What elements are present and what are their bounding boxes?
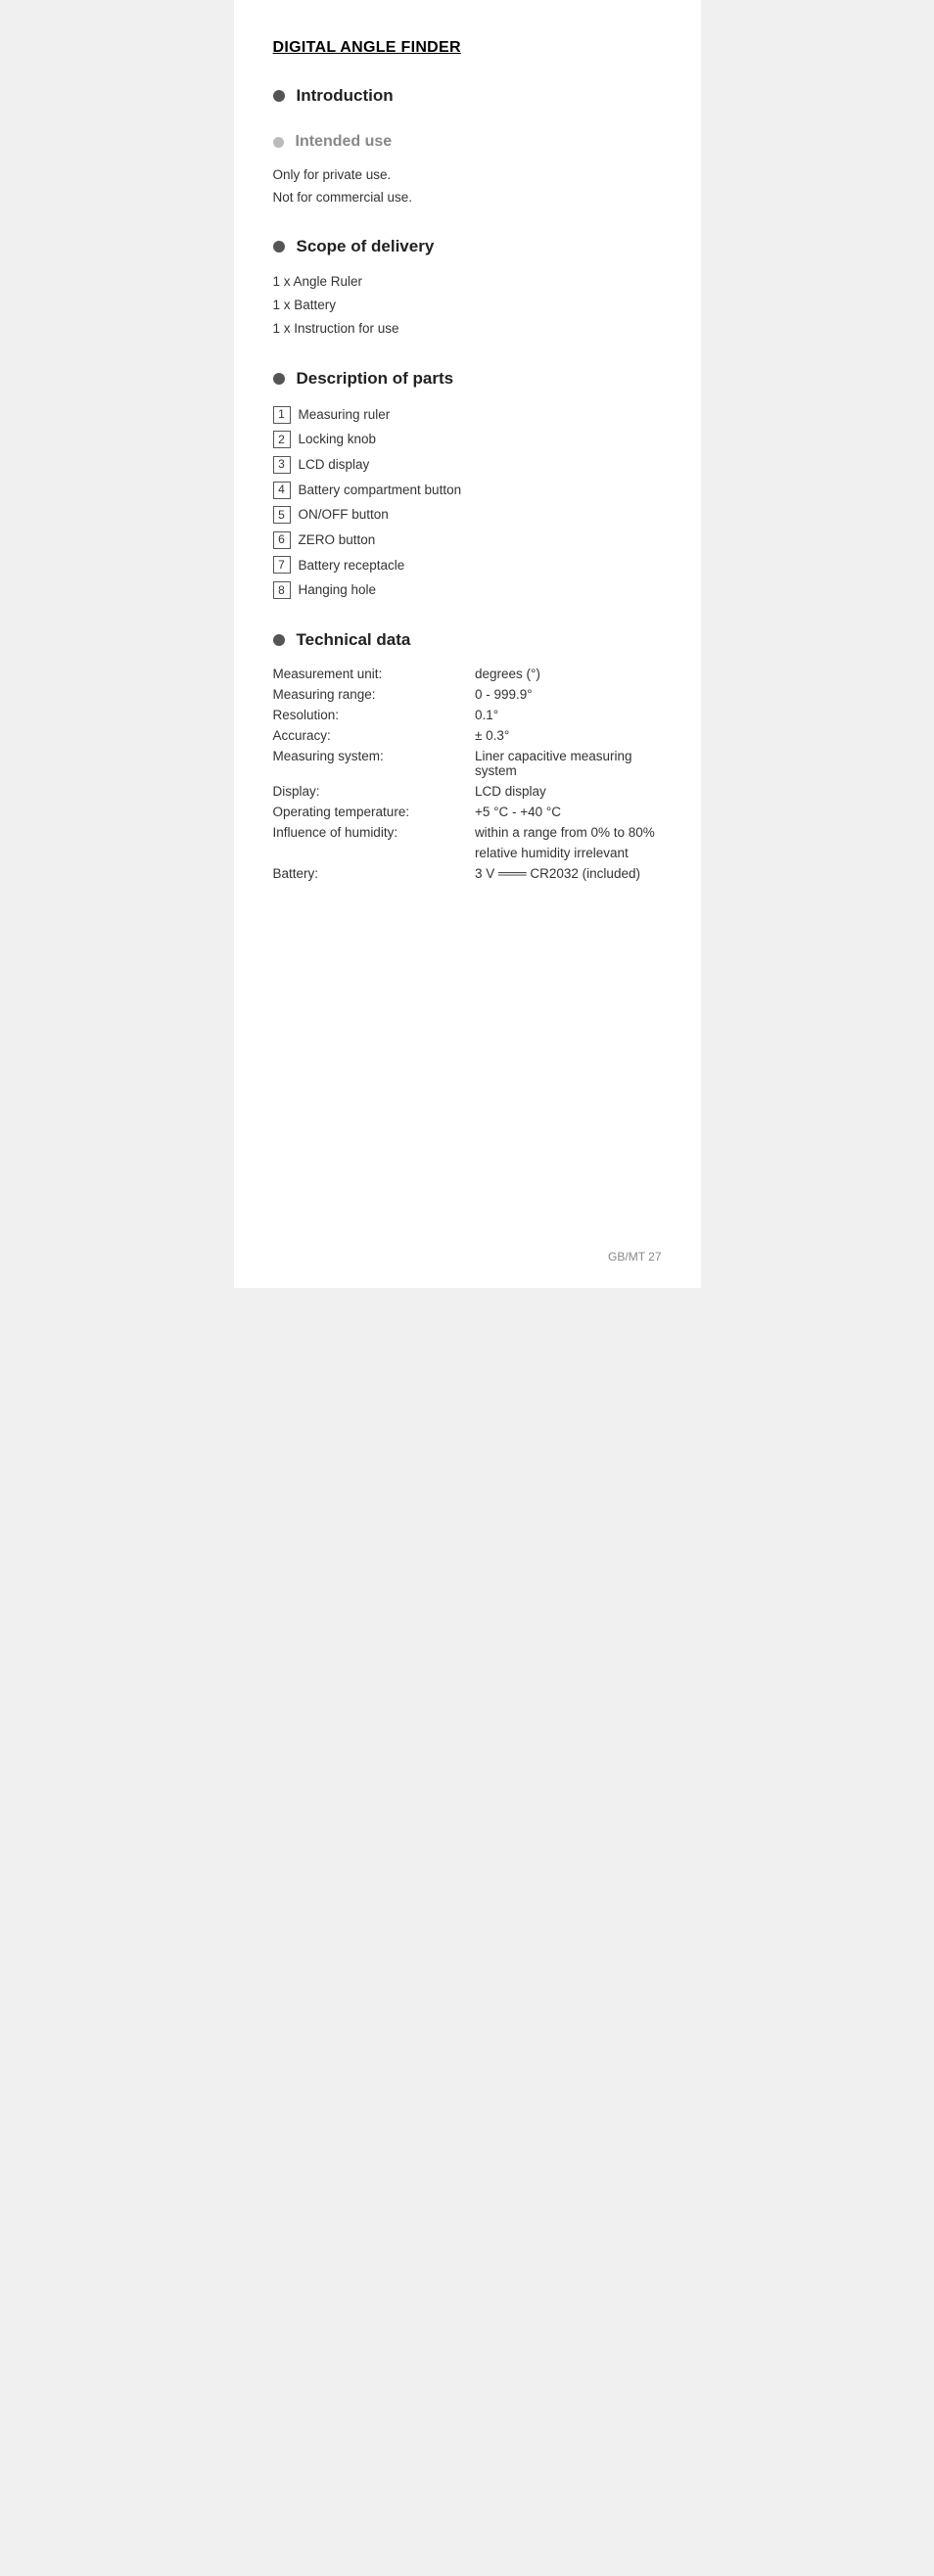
part-8: 8 Hanging hole — [273, 577, 662, 603]
tech-value-7: within a range from 0% to 80% — [475, 822, 662, 843]
part-label-8: Hanging hole — [299, 577, 377, 603]
introduction-header: Introduction — [273, 86, 662, 106]
intended-use-body: Only for private use. Not for commercial… — [273, 164, 662, 209]
part-label-7: Battery receptacle — [299, 553, 405, 578]
table-row: relative humidity irrelevant — [273, 843, 662, 863]
part-7: 7 Battery receptacle — [273, 553, 662, 578]
main-title: DIGITAL ANGLE FINDER — [273, 39, 662, 57]
part-number-4: 4 — [273, 482, 291, 499]
tech-value-6: +5 °C - +40 °C — [475, 802, 662, 822]
tech-value-3: ± 0.3° — [475, 725, 662, 746]
delivery-item-1: 1 x Angle Ruler — [273, 270, 662, 294]
scope-bullet — [273, 241, 285, 253]
tech-label-8 — [273, 843, 475, 863]
table-row: Battery: 3 V ═══ CR2032 (included) — [273, 863, 662, 884]
part-label-5: ON/OFF button — [299, 502, 389, 528]
part-number-3: 3 — [273, 456, 291, 474]
parts-list: 1 Measuring ruler 2 Locking knob 3 LCD d… — [273, 402, 662, 603]
introduction-section: Introduction — [273, 86, 662, 106]
tech-label-5: Display: — [273, 781, 475, 802]
tech-value-2: 0.1° — [475, 705, 662, 725]
part-number-7: 7 — [273, 556, 291, 574]
tech-label-2: Resolution: — [273, 705, 475, 725]
footer: GB/MT 27 — [608, 1250, 661, 1264]
intended-use-section: Intended use Only for private use. Not f… — [273, 133, 662, 209]
introduction-bullet — [273, 90, 285, 102]
tech-label-4: Measuring system: — [273, 746, 475, 781]
scope-of-delivery-title: Scope of delivery — [297, 237, 435, 256]
intended-use-title: Intended use — [296, 133, 393, 151]
tech-value-5: LCD display — [475, 781, 662, 802]
part-number-6: 6 — [273, 531, 291, 549]
technical-data-title: Technical data — [297, 630, 411, 650]
part-label-1: Measuring ruler — [299, 402, 391, 428]
description-of-parts-title: Description of parts — [297, 369, 454, 389]
tech-value-4: Liner capacitive measuring system — [475, 746, 662, 781]
intended-use-header: Intended use — [273, 133, 662, 151]
technical-bullet — [273, 634, 285, 646]
description-of-parts-section: Description of parts 1 Measuring ruler 2… — [273, 369, 662, 603]
part-number-1: 1 — [273, 406, 291, 424]
tech-value-0: degrees (°) — [475, 664, 662, 684]
tech-label-9: Battery: — [273, 863, 475, 884]
tech-label-6: Operating temperature: — [273, 802, 475, 822]
table-row: Display: LCD display — [273, 781, 662, 802]
part-3: 3 LCD display — [273, 452, 662, 478]
table-row: Measurement unit: degrees (°) — [273, 664, 662, 684]
description-of-parts-header: Description of parts — [273, 369, 662, 389]
tech-label-0: Measurement unit: — [273, 664, 475, 684]
delivery-list: 1 x Angle Ruler 1 x Battery 1 x Instruct… — [273, 270, 662, 342]
intended-use-line-2: Not for commercial use. — [273, 187, 662, 209]
table-row: Accuracy: ± 0.3° — [273, 725, 662, 746]
technical-data-section: Technical data Measurement unit: degrees… — [273, 630, 662, 884]
part-label-4: Battery compartment button — [299, 478, 462, 503]
part-5: 5 ON/OFF button — [273, 502, 662, 528]
table-row: Influence of humidity: within a range fr… — [273, 822, 662, 843]
parts-bullet — [273, 373, 285, 385]
tech-label-1: Measuring range: — [273, 684, 475, 705]
delivery-item-2: 1 x Battery — [273, 294, 662, 317]
page: DIGITAL ANGLE FINDER Introduction Intend… — [234, 0, 701, 1288]
part-4: 4 Battery compartment button — [273, 478, 662, 503]
tech-label-7: Influence of humidity: — [273, 822, 475, 843]
tech-value-1: 0 - 999.9° — [475, 684, 662, 705]
part-2: 2 Locking knob — [273, 427, 662, 452]
part-number-2: 2 — [273, 431, 291, 448]
technical-data-header: Technical data — [273, 630, 662, 650]
intended-use-bullet — [273, 137, 284, 148]
part-label-6: ZERO button — [299, 528, 376, 553]
table-row: Measuring range: 0 - 999.9° — [273, 684, 662, 705]
technical-data-table: Measurement unit: degrees (°) Measuring … — [273, 664, 662, 884]
part-number-8: 8 — [273, 581, 291, 599]
delivery-item-3: 1 x Instruction for use — [273, 317, 662, 341]
tech-value-9: 3 V ═══ CR2032 (included) — [475, 863, 662, 884]
tech-value-8: relative humidity irrelevant — [475, 843, 662, 863]
scope-of-delivery-section: Scope of delivery 1 x Angle Ruler 1 x Ba… — [273, 237, 662, 342]
part-1: 1 Measuring ruler — [273, 402, 662, 428]
table-row: Measuring system: Liner capacitive measu… — [273, 746, 662, 781]
tech-label-3: Accuracy: — [273, 725, 475, 746]
introduction-title: Introduction — [297, 86, 394, 106]
scope-of-delivery-header: Scope of delivery — [273, 237, 662, 256]
part-label-3: LCD display — [299, 452, 370, 478]
part-6: 6 ZERO button — [273, 528, 662, 553]
part-label-2: Locking knob — [299, 427, 377, 452]
intended-use-line-1: Only for private use. — [273, 164, 662, 187]
part-number-5: 5 — [273, 506, 291, 524]
table-row: Operating temperature: +5 °C - +40 °C — [273, 802, 662, 822]
table-row: Resolution: 0.1° — [273, 705, 662, 725]
